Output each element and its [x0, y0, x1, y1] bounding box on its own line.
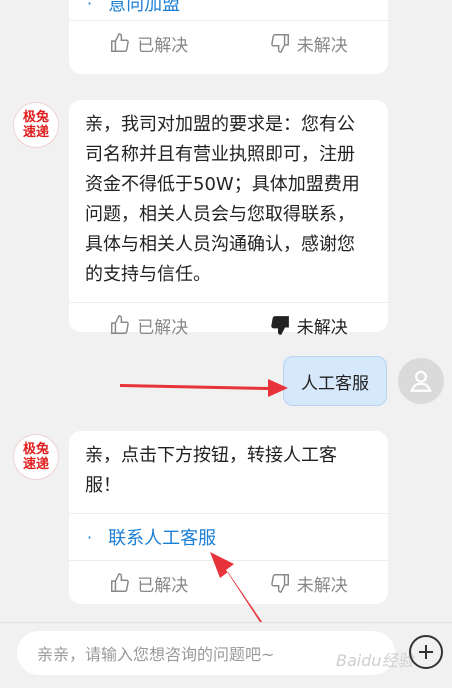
feedback-row: 已解决 未解决 — [69, 561, 388, 605]
thumbs-up-icon — [111, 573, 130, 592]
bullet-icon: · — [87, 0, 93, 13]
avatar-text-line2: 速递 — [22, 457, 49, 472]
quick-link-label: 意向加盟 — [108, 0, 181, 15]
feedback-row: 已解决 未解决 — [69, 303, 388, 347]
resolved-label: 已解决 — [137, 575, 189, 596]
avatar-text-line1: 极兔 — [22, 442, 49, 457]
resolved-button[interactable]: 已解决 — [69, 31, 229, 56]
input-bar: 亲亲，请输入您想咨询的问题吧~ Baidu经验 — [0, 622, 452, 688]
user-message-bubble: 人工客服 — [283, 356, 387, 406]
message-text: 亲，点击下方按钮，转接人工客服！ — [85, 445, 337, 496]
feedback-row: 已解决 未解决 — [69, 21, 388, 65]
unresolved-label: 未解决 — [296, 575, 348, 596]
unresolved-label: 未解决 — [296, 35, 348, 56]
avatar-text-line1: 极兔 — [22, 110, 49, 125]
resolved-label: 已解决 — [137, 35, 189, 56]
thumbs-up-icon — [111, 33, 130, 52]
user-avatar — [398, 358, 444, 404]
bullet-icon: · — [87, 527, 93, 547]
annotation-arrow-right — [120, 379, 288, 397]
input-placeholder: 亲亲，请输入您想咨询的问题吧~ — [37, 645, 275, 664]
message-card-franchise-requirements: 亲，我司对加盟的要求是：您有公司名称并且有营业执照即可，注册资金不得低于50W；… — [69, 100, 388, 338]
contact-human-service-label: 联系人工客服 — [108, 528, 217, 549]
thumbs-down-icon — [271, 316, 289, 335]
contact-human-service-link[interactable]: · 联系人工客服 — [69, 514, 388, 560]
watermark: Baidu经验 — [336, 651, 414, 670]
unresolved-button[interactable]: 未解决 — [229, 571, 389, 596]
add-button[interactable] — [409, 635, 443, 669]
resolved-label: 已解决 — [137, 317, 189, 338]
message-card-human-service: 亲，点击下方按钮，转接人工客服！ · 联系人工客服 已解决 未解决 — [69, 431, 388, 604]
message-card-top: · 意向加盟 已解决 未解决 — [69, 0, 388, 74]
unresolved-button[interactable]: 未解决 — [229, 313, 389, 338]
unresolved-button[interactable]: 未解决 — [229, 31, 389, 56]
message-text: 亲，我司对加盟的要求是：您有公司名称并且有营业执照即可，注册资金不得低于50W；… — [85, 114, 360, 285]
bot-avatar: 极兔 速递 — [13, 102, 59, 148]
plus-icon — [419, 645, 433, 659]
resolved-button[interactable]: 已解决 — [69, 313, 229, 338]
avatar-text-line2: 速递 — [22, 125, 49, 140]
quick-link-franchise[interactable]: · 意向加盟 — [69, 0, 388, 20]
thumbs-down-icon — [270, 574, 289, 593]
resolved-button[interactable]: 已解决 — [69, 571, 229, 596]
user-message-text: 人工客服 — [301, 373, 369, 394]
user-icon — [410, 370, 432, 392]
thumbs-up-icon — [111, 315, 130, 334]
thumbs-down-icon — [270, 34, 289, 53]
unresolved-label: 未解决 — [296, 317, 348, 338]
bot-avatar: 极兔 速递 — [13, 434, 59, 480]
